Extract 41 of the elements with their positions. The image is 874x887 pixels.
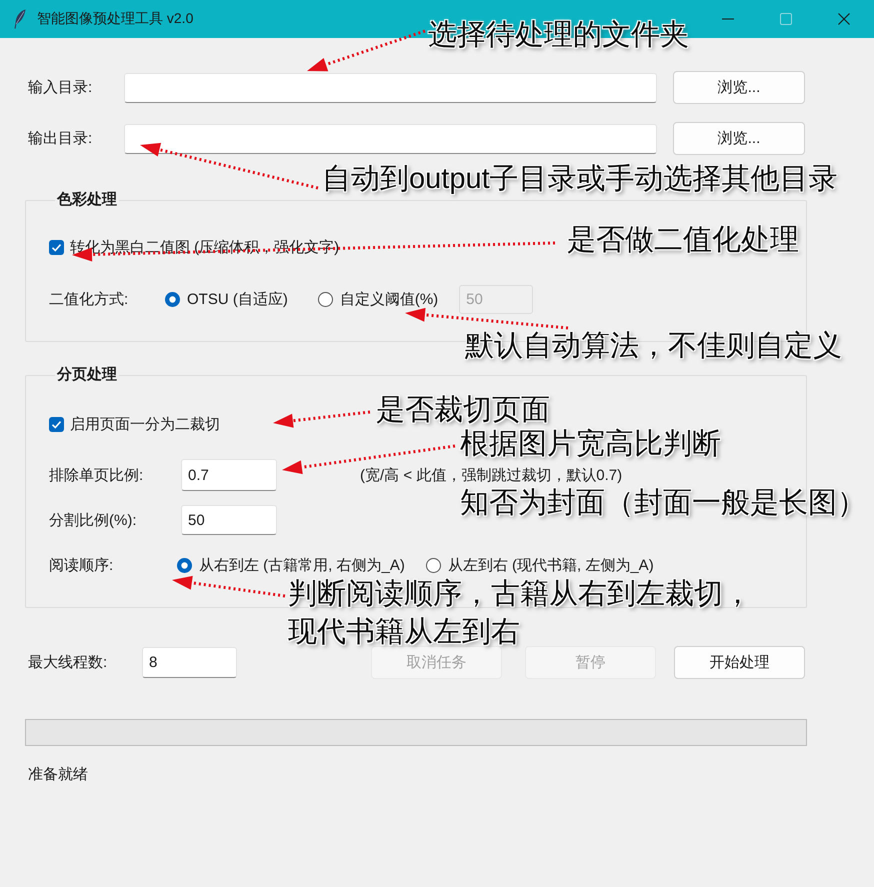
annotation-text: 默认自动算法，不佳则自定义 (465, 329, 842, 363)
field-label: 输入目录: (28, 78, 94, 97)
radio-option[interactable]: 从左到右 (现代书籍, 左侧为_A) (426, 556, 654, 574)
checkbox-icon[interactable] (49, 240, 64, 254)
hint-text: (宽/高 < 此值，强制跳过裁切，默认0.7) (360, 466, 622, 484)
browse-button[interactable]: 浏览... (673, 71, 805, 104)
input-field[interactable] (124, 124, 657, 154)
input-field[interactable]: 8 (142, 647, 237, 678)
close-icon[interactable] (838, 13, 850, 25)
radio-icon[interactable] (426, 558, 441, 572)
field-label: 二值化方式: (49, 290, 130, 308)
radio-option[interactable]: 从右到左 (古籍常用, 右侧为_A) (177, 556, 405, 574)
annotation-text: 根据图片宽高比判断 (460, 428, 721, 460)
input-field[interactable]: 0.7 (181, 459, 277, 491)
input-field[interactable]: 50 (181, 505, 277, 535)
radio-option[interactable]: OTSU (自适应) (165, 290, 288, 308)
annotation-text: 现代书籍从左到右 (288, 615, 520, 649)
action-button[interactable]: 开始处理 (674, 646, 805, 679)
annotation-text: 是否做二值化处理 (567, 223, 799, 257)
radio-icon[interactable] (177, 558, 192, 572)
feather-icon (14, 9, 26, 29)
browse-button[interactable]: 浏览... (673, 122, 805, 155)
field-label: 最大线程数: (28, 653, 108, 672)
radio-option[interactable]: 自定义阈值(%) (318, 290, 438, 308)
annotation-text: 知否为封面（封面一般是长图） (460, 486, 866, 520)
input-field[interactable] (124, 72, 657, 102)
field-label: 分割比例(%): (49, 510, 138, 530)
checkbox-option[interactable]: 启用页面一分为二裁切 (49, 414, 220, 434)
window-title: 智能图像预处理工具 v2.0 (37, 10, 194, 28)
group-title: 分页处理 (56, 365, 118, 385)
field-label: 阅读顺序: (49, 556, 114, 574)
field-label: 排除单页比例: (49, 466, 144, 484)
field-label: 输出目录: (28, 129, 94, 148)
annotation-text: 是否裁切页面 (376, 393, 550, 427)
group-title: 色彩处理 (56, 190, 118, 210)
radio-icon[interactable] (318, 292, 333, 306)
radio-icon[interactable] (165, 292, 180, 306)
annotation-text: 判断阅读顺序，古籍从右到左裁切， (288, 577, 752, 611)
status-text: 准备就绪 (27, 766, 89, 783)
checkbox-icon[interactable] (49, 416, 64, 432)
annotation-text: 自动到output子目录或手动选择其他目录 (322, 162, 838, 196)
